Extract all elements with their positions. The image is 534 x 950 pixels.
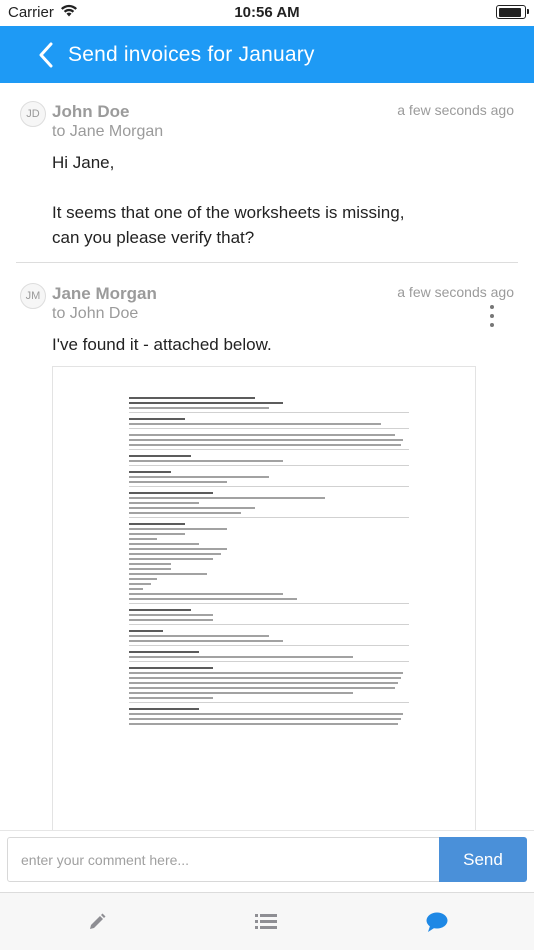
page-title: Send invoices for January [68, 42, 315, 66]
battery-icon [496, 5, 529, 19]
tab-bar [0, 892, 534, 950]
list-icon [255, 914, 277, 929]
more-options-button[interactable] [486, 305, 498, 327]
status-time: 10:56 AM [234, 4, 300, 21]
message-timestamp: a few seconds ago [397, 102, 514, 118]
message-timestamp: a few seconds ago [397, 284, 514, 300]
sender-name: Jane Morgan [52, 284, 157, 303]
message-body: I've found it - attached below. [52, 335, 272, 354]
conversation-thread[interactable]: JD John Doe to Jane Morgan a few seconds… [0, 83, 534, 830]
sender-name: John Doe [52, 102, 130, 121]
message-greeting: Hi Jane, [52, 153, 115, 172]
tab-comments[interactable] [422, 907, 452, 937]
send-button[interactable]: Send [439, 837, 527, 882]
tab-edit[interactable] [82, 907, 112, 937]
tab-list[interactable] [251, 907, 281, 937]
message-item: JD John Doe to Jane Morgan a few seconds… [0, 83, 534, 263]
chat-bubble-icon [426, 912, 448, 932]
message-body-line: It seems that one of the worksheets is m… [52, 203, 405, 222]
recipient-name: to John Doe [52, 305, 139, 322]
avatar: JD [20, 101, 46, 127]
chevron-left-icon [39, 42, 53, 67]
back-button[interactable] [24, 33, 68, 77]
status-bar: Carrier 10:56 AM [0, 0, 534, 26]
message-body-line: can you please verify that? [52, 228, 255, 247]
attachment-preview[interactable] [52, 366, 476, 830]
recipient-name: to Jane Morgan [52, 123, 164, 140]
document-thumbnail-icon [129, 397, 409, 728]
battery-fill [498, 7, 522, 17]
more-vertical-icon [490, 305, 494, 309]
avatar: JM [20, 283, 46, 309]
comment-input[interactable] [7, 837, 440, 882]
comment-bar: Send [0, 830, 534, 892]
pencil-icon [90, 913, 106, 929]
navigation-bar: Send invoices for January [0, 26, 534, 83]
